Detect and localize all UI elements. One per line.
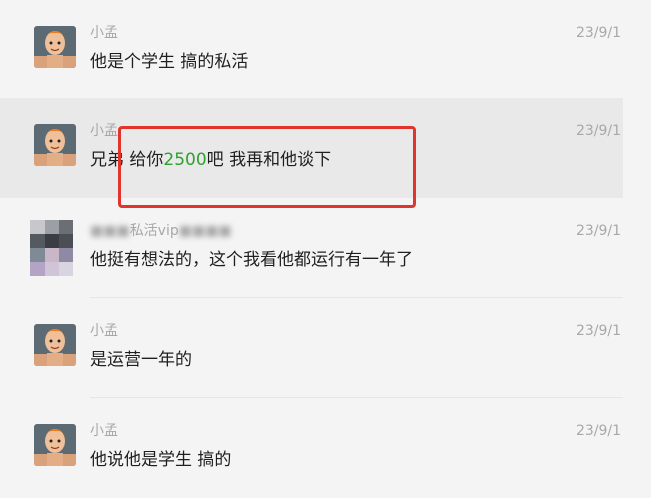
avatar[interactable] — [34, 26, 76, 68]
avatar-cartoon-boy-icon — [34, 424, 76, 466]
avatar-cartoon-boy-icon — [34, 324, 76, 366]
message-text: 是运营一年的 — [90, 350, 192, 370]
blurred-name-prefix: ■■■ — [90, 223, 130, 239]
avatar-cartoon-boy-icon — [34, 26, 76, 68]
message-text: 他说他是学生 搞的 — [90, 450, 232, 470]
message-text-before: 兄弟 给你 — [90, 150, 164, 170]
sender-name: 小孟 — [90, 123, 118, 139]
avatar[interactable] — [34, 324, 76, 366]
chat-history-list: 小孟 23/9/1 他是个学生 搞的私活 小孟 23/9/1 兄弟 给你2500… — [0, 0, 651, 498]
message-time: 23/9/1 — [575, 223, 621, 239]
message-item[interactable]: 小孟 23/9/1 是运营一年的 — [0, 298, 623, 398]
message-text: 兄弟 给你2500吧 我再和他谈下 — [90, 148, 331, 172]
avatar-blurred-icon[interactable] — [30, 212, 76, 278]
message-item[interactable]: 小孟 23/9/1 他说他是学生 搞的 — [0, 398, 623, 498]
avatar-cartoon-boy-icon — [34, 124, 76, 166]
message-text: 他挺有想法的，这个我看他都运行有一年了 — [90, 250, 413, 270]
message-item[interactable]: ■■■私活vip■■■■ 23/9/1 他挺有想法的，这个我看他都运行有一年了 — [0, 198, 623, 298]
sender-name: 小孟 — [90, 423, 118, 439]
blurred-name-suffix: ■■■■ — [178, 223, 232, 239]
message-text-after: 吧 我再和他谈下 — [206, 150, 332, 170]
message-time: 23/9/1 — [575, 423, 621, 439]
message-item-highlighted[interactable]: 小孟 23/9/1 兄弟 给你2500吧 我再和他谈下 — [0, 98, 623, 198]
message-time: 23/9/1 — [575, 123, 621, 139]
sender-name: 小孟 — [90, 25, 118, 41]
message-time: 23/9/1 — [575, 323, 621, 339]
avatar[interactable] — [34, 124, 76, 166]
sender-name: 小孟 — [90, 323, 118, 339]
pixelated-avatar-icon — [30, 212, 76, 278]
sender-name-visible: 私活vip — [129, 223, 179, 239]
amount-highlight: 2500 — [163, 150, 207, 170]
message-text: 他是个学生 搞的私活 — [90, 52, 249, 72]
message-time: 23/9/1 — [575, 25, 621, 41]
avatar[interactable] — [34, 424, 76, 466]
sender-name: ■■■私活vip■■■■ — [90, 222, 232, 240]
message-item[interactable]: 小孟 23/9/1 他是个学生 搞的私活 — [0, 0, 623, 100]
